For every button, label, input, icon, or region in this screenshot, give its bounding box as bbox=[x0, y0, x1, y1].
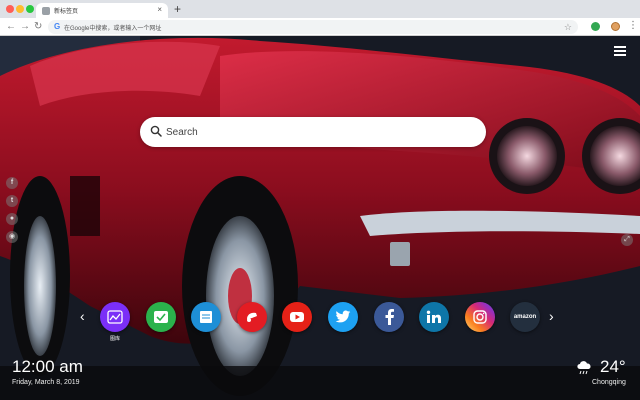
close-window-button[interactable] bbox=[6, 5, 14, 13]
app-amazon[interactable]: amazon bbox=[510, 302, 540, 332]
apps-next-arrow-icon[interactable]: › bbox=[549, 308, 554, 324]
user-icon[interactable]: ● bbox=[6, 213, 18, 225]
gallery-icon bbox=[107, 310, 123, 324]
tab-strip: 新标签页 × + bbox=[0, 0, 640, 18]
twitter-bird-icon bbox=[335, 310, 351, 323]
tab-title: 新标签页 bbox=[54, 9, 79, 15]
hamburger-menu-icon[interactable] bbox=[614, 46, 626, 56]
twitter-icon[interactable]: t bbox=[6, 195, 18, 207]
app-game[interactable] bbox=[237, 302, 267, 332]
facebook-icon[interactable]: f bbox=[6, 177, 18, 189]
app-gallery[interactable] bbox=[100, 302, 130, 332]
search-bar bbox=[140, 117, 486, 147]
app-youtube[interactable] bbox=[282, 302, 312, 332]
app-gallery-label: 图库 bbox=[109, 336, 120, 342]
maximize-window-button[interactable] bbox=[26, 5, 34, 13]
reload-icon[interactable]: ↻ bbox=[34, 20, 42, 34]
linkedin-icon bbox=[426, 310, 441, 323]
youtube-icon bbox=[290, 312, 304, 322]
app-facebook[interactable] bbox=[374, 302, 404, 332]
browser-menu-icon[interactable]: ⋮ bbox=[628, 19, 638, 33]
tab-close-icon[interactable]: × bbox=[157, 5, 162, 15]
new-tab-button[interactable]: + bbox=[174, 2, 181, 16]
amazon-logo-text: amazon bbox=[513, 314, 537, 320]
apps-prev-arrow-icon[interactable]: ‹ bbox=[80, 308, 85, 324]
bookmark-star-icon[interactable]: ☆ bbox=[564, 20, 572, 34]
profile-avatar[interactable] bbox=[611, 22, 620, 31]
tab-new-tab[interactable]: 新标签页 × bbox=[36, 3, 168, 18]
minimize-window-button[interactable] bbox=[16, 5, 24, 13]
checklist-icon bbox=[154, 311, 168, 323]
browser-toolbar: ← → ↻ G 在Google中搜索，或者输入一个网址 ☆ ⋮ bbox=[0, 18, 640, 36]
tab-favicon-icon bbox=[42, 7, 50, 15]
google-icon: G bbox=[54, 22, 61, 31]
app-linkedin[interactable] bbox=[419, 302, 449, 332]
search-icon bbox=[150, 125, 162, 137]
forward-icon[interactable]: → bbox=[20, 20, 30, 34]
clock-date: Friday, March 8, 2019 bbox=[12, 379, 80, 386]
car-wallpaper-image bbox=[0, 36, 640, 400]
instagram-icon bbox=[473, 310, 487, 324]
app-checklist[interactable] bbox=[146, 302, 176, 332]
app-notes[interactable] bbox=[191, 302, 221, 332]
app-twitter[interactable] bbox=[328, 302, 358, 332]
notes-icon bbox=[200, 311, 212, 323]
wallpaper bbox=[0, 36, 640, 400]
app-instagram[interactable] bbox=[465, 302, 495, 332]
weather-temperature: 24° bbox=[600, 357, 626, 376]
weather-city: Chongqing bbox=[592, 379, 626, 386]
extension-icon[interactable] bbox=[591, 22, 600, 31]
wechat-icon[interactable]: ◉ bbox=[6, 231, 18, 243]
game-icon bbox=[247, 312, 257, 322]
back-icon[interactable]: ← bbox=[6, 20, 16, 34]
clock-time: 12:00 am bbox=[12, 357, 83, 376]
expand-icon[interactable]: ⤢ bbox=[621, 234, 633, 246]
cloud-rain-icon bbox=[577, 361, 591, 375]
search-input[interactable] bbox=[166, 117, 466, 147]
address-bar[interactable]: G 在Google中搜索，或者输入一个网址 ☆ bbox=[48, 20, 578, 34]
address-placeholder: 在Google中搜索，或者输入一个网址 bbox=[64, 26, 162, 32]
facebook-f-icon bbox=[385, 309, 394, 325]
